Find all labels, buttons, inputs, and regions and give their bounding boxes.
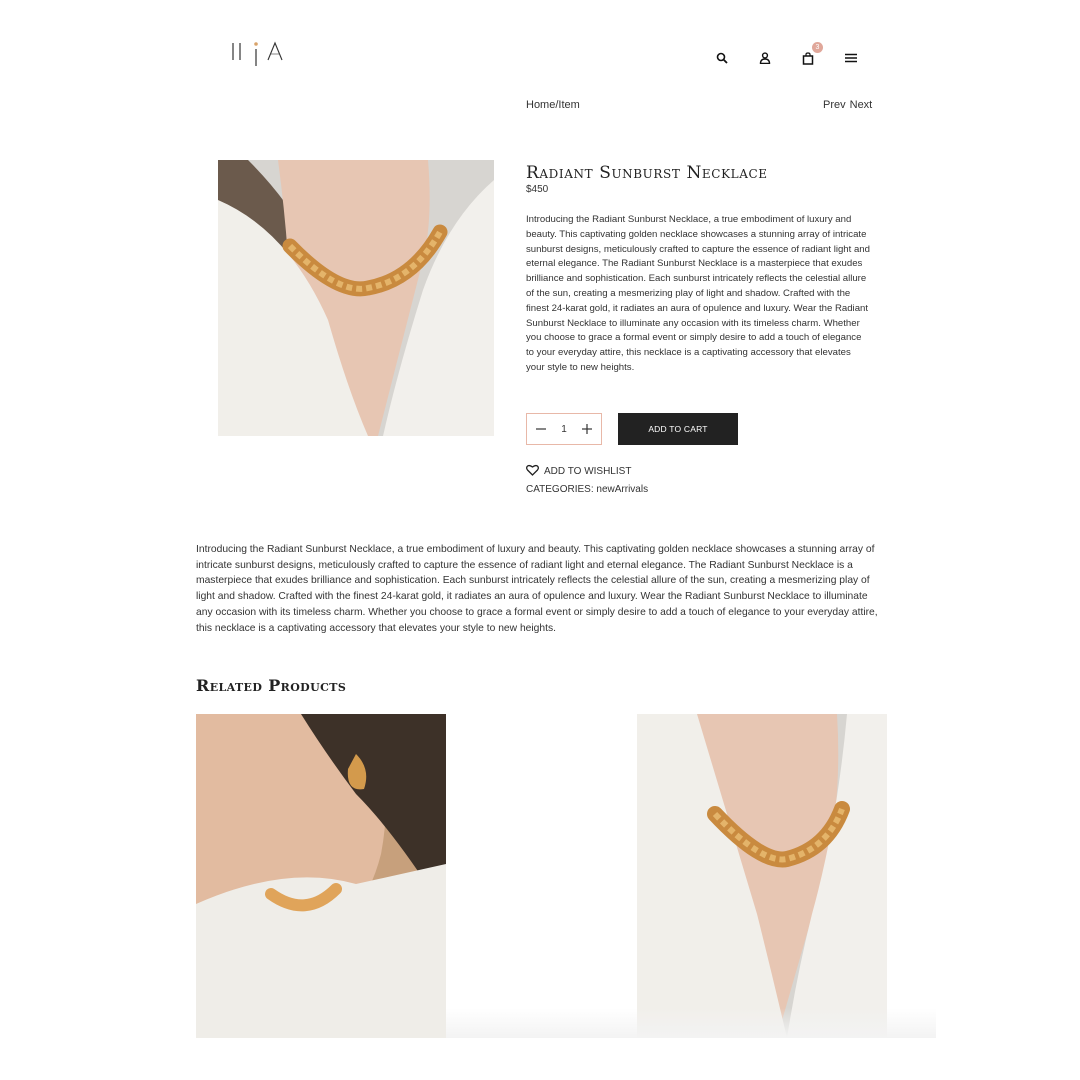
quantity-value[interactable]: 1 xyxy=(561,424,567,435)
product-main-image[interactable] xyxy=(218,160,494,436)
header-icons: 3 xyxy=(712,42,861,68)
heart-icon xyxy=(526,464,539,479)
add-to-cart-button[interactable]: ADD TO CART xyxy=(618,413,738,445)
related-product-image[interactable] xyxy=(196,714,446,1038)
category-link[interactable]: newArrivals xyxy=(596,484,648,495)
plus-icon[interactable] xyxy=(580,422,594,436)
breadcrumb[interactable]: Home/Item xyxy=(526,99,580,111)
user-icon[interactable] xyxy=(755,48,775,68)
menu-icon[interactable] xyxy=(841,48,861,68)
search-icon[interactable] xyxy=(712,48,732,68)
product-full-description: Introducing the Radiant Sunburst Necklac… xyxy=(196,544,878,634)
scroll-fade xyxy=(446,1008,936,1038)
quantity-stepper[interactable]: 1 xyxy=(526,413,602,445)
bag-icon[interactable]: 3 xyxy=(798,42,823,68)
categories-label: CATEGORIES: xyxy=(526,484,594,495)
related-product-image[interactable] xyxy=(637,714,887,1038)
wishlist-label: ADD TO WISHLIST xyxy=(544,466,632,477)
cart-count-badge: 3 xyxy=(812,42,823,53)
product-title: Radiant Sunburst Necklace xyxy=(526,163,768,183)
product-short-description: Introducing the Radiant Sunburst Necklac… xyxy=(526,214,870,373)
hia-logo-icon xyxy=(232,41,283,66)
product-price: $450 xyxy=(526,184,549,195)
product-categories: CATEGORIES: newArrivals xyxy=(526,484,648,495)
prev-link[interactable]: Prev xyxy=(823,99,846,111)
prev-next-nav: Prev Next xyxy=(823,99,872,111)
next-link[interactable]: Next xyxy=(850,99,873,111)
add-to-wishlist-link[interactable]: ADD TO WISHLIST xyxy=(526,464,631,479)
logo[interactable] xyxy=(230,38,290,70)
related-products-heading: Related Products xyxy=(196,676,347,695)
minus-icon[interactable] xyxy=(534,422,548,436)
